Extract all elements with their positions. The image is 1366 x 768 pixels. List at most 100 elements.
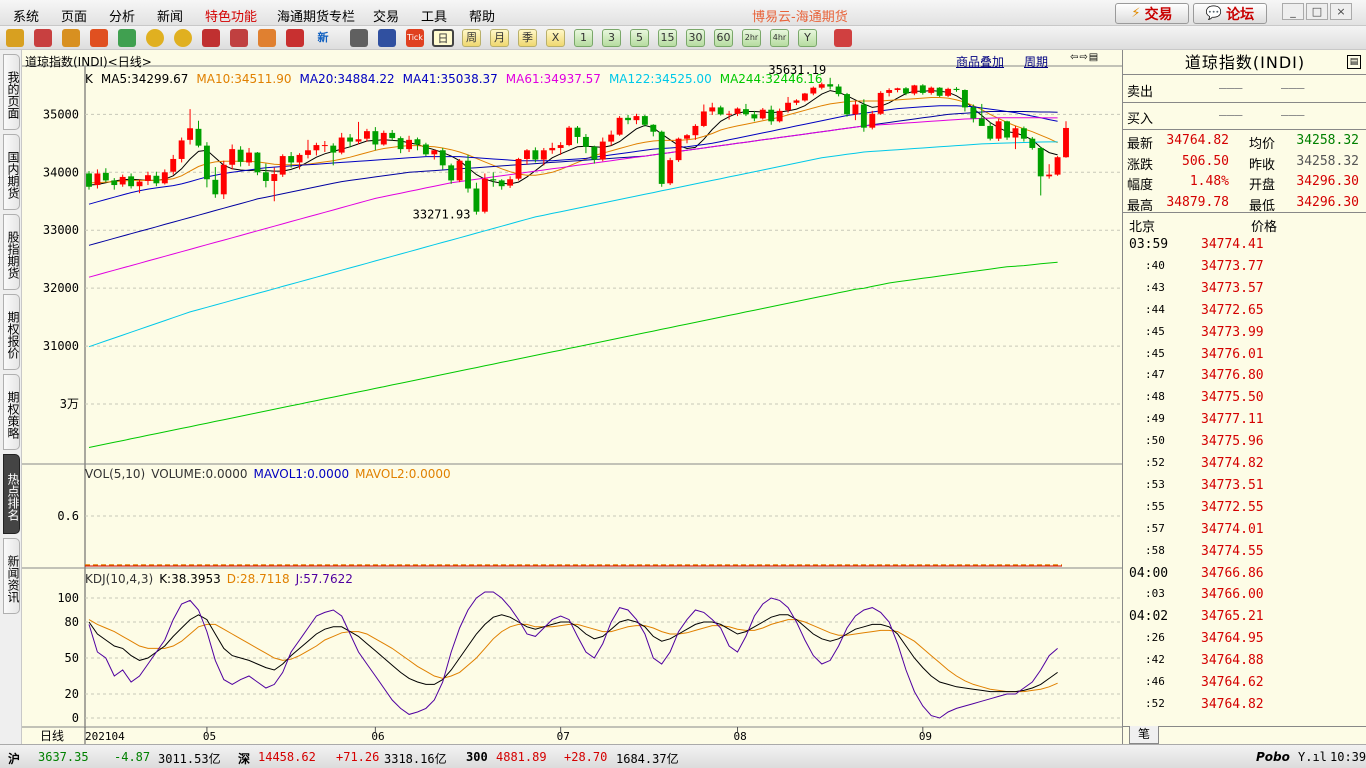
x-tick-label: 07 <box>557 730 570 743</box>
tick-time: 04:00 <box>1129 565 1169 581</box>
menu-haitong-column[interactable]: 海通期货专栏 <box>277 6 355 25</box>
tick-price: 34764.88 <box>1201 653 1264 669</box>
ma-line-ma10 <box>89 97 1058 184</box>
candle-body <box>128 176 135 187</box>
period-x-button[interactable]: X <box>546 29 565 47</box>
stack-icon[interactable] <box>62 29 80 47</box>
menu-trade[interactable]: 交易 <box>373 6 399 25</box>
hs300-change: +28.70 <box>564 750 608 764</box>
tick-time: :44 <box>1145 302 1165 316</box>
pen-icon[interactable] <box>230 29 248 47</box>
ma-value-0: MA5:34299.67 <box>100 72 189 86</box>
side-tab-domestic-futures[interactable]: 国内期货 <box>3 134 20 210</box>
tick-row: :50 34775.96 <box>1123 431 1366 453</box>
side-tab-hot-ranking[interactable]: 热点排名 <box>3 454 20 534</box>
menu-help[interactable]: 帮助 <box>469 6 495 25</box>
tick-time: :53 <box>1145 477 1165 491</box>
zoom-in-icon[interactable] <box>146 29 164 47</box>
candle-body <box>102 172 109 181</box>
close-button[interactable]: × <box>1330 3 1352 20</box>
trade-button[interactable]: ⚡ 交易 <box>1115 3 1189 24</box>
period-4hr-button[interactable]: 4hr <box>770 29 789 47</box>
candle-body <box>911 85 918 94</box>
window-icon[interactable] <box>202 29 220 47</box>
back-arrow-icon[interactable] <box>6 29 24 47</box>
filter-icon[interactable] <box>286 29 304 47</box>
period-30min-button[interactable]: 30 <box>686 29 705 47</box>
ask-volume: ——— <box>1281 81 1305 96</box>
calendar-icon[interactable] <box>90 29 108 47</box>
tick-row: :26 34764.95 <box>1123 628 1366 650</box>
chart-area[interactable]: 35000 34000 33000 32000 31000 3万 35631.19 33271… <box>22 50 1122 744</box>
table-icon[interactable] <box>350 29 368 47</box>
menu-news[interactable]: 新闻 <box>157 6 183 25</box>
tick-price: 34776.80 <box>1201 368 1264 384</box>
period-year-button[interactable]: Y <box>798 29 817 47</box>
period-week-button[interactable]: 周 <box>462 29 481 47</box>
hs300-label: 300 <box>466 750 488 764</box>
candle-body <box>431 150 438 155</box>
tick-row: 03:59 34774.41 <box>1123 234 1366 256</box>
period-2hr-button[interactable]: 2hr <box>742 29 761 47</box>
menu-system[interactable]: 系统 <box>13 6 39 25</box>
x-tick-label: 05 <box>203 730 216 743</box>
chart-nav-icon[interactable]: ⇦⇨▤ <box>1070 52 1099 63</box>
candle-body <box>448 165 455 181</box>
candle-body <box>1054 157 1061 175</box>
candle-body <box>785 102 792 111</box>
forum-button[interactable]: 💬 论坛 <box>1193 3 1267 24</box>
candle-body <box>86 173 92 187</box>
candle-body <box>305 150 311 155</box>
side-tab-news[interactable]: 新闻资讯 <box>3 538 20 614</box>
panel-menu-icon[interactable]: ▤ <box>1347 55 1361 69</box>
candle-body <box>658 131 665 184</box>
candle-body <box>919 85 926 93</box>
candle-body <box>616 117 623 135</box>
menu-analysis[interactable]: 分析 <box>109 6 135 25</box>
period-link[interactable]: 周期 <box>1024 53 1048 70</box>
tick-icon[interactable]: Tick <box>406 29 424 47</box>
period-day-button[interactable]: 日 <box>432 29 454 47</box>
candle-body <box>903 88 909 94</box>
refresh-icon[interactable] <box>118 29 136 47</box>
period-15min-button[interactable]: 15 <box>658 29 677 47</box>
period-60min-button[interactable]: 60 <box>714 29 733 47</box>
bell-icon[interactable] <box>258 29 276 47</box>
candle-body <box>220 164 227 195</box>
tick-tab[interactable]: 笔 <box>1129 726 1159 744</box>
period-month-button[interactable]: 月 <box>490 29 509 47</box>
period-1min-button[interactable]: 1 <box>574 29 593 47</box>
side-tab-option-quotes[interactable]: 期权报价 <box>3 294 20 370</box>
home-icon[interactable] <box>34 29 52 47</box>
sh-label: 沪 <box>8 752 21 766</box>
period-5min-button[interactable]: 5 <box>630 29 649 47</box>
zoom-out-icon[interactable] <box>174 29 192 47</box>
brand-logo: Pobo <box>1256 750 1290 764</box>
ma-legend-label: K <box>85 72 93 86</box>
chart-icon[interactable] <box>378 29 396 47</box>
layout-icon[interactable] <box>834 29 852 47</box>
side-tab-option-strategy[interactable]: 期权策略 <box>3 374 20 450</box>
quote-panel: 道琼指数(INDI) ▤ 卖出 ——— ——— 买入 ——— ——— 最新 347… <box>1122 50 1366 744</box>
maximize-button[interactable]: □ <box>1306 3 1328 20</box>
menu-tools[interactable]: 工具 <box>421 6 447 25</box>
period-quarter-button[interactable]: 季 <box>518 29 537 47</box>
ma-value-2: MA20:34884.22 <box>299 72 395 86</box>
menu-features[interactable]: 特色功能 <box>205 6 257 25</box>
kline-chart[interactable]: 35000340003300032000310003万35631.1933271… <box>22 50 1122 744</box>
menu-page[interactable]: 页面 <box>61 6 87 25</box>
candle-body <box>540 150 547 160</box>
candle-body <box>894 88 901 91</box>
news-icon[interactable]: 新 <box>314 29 332 47</box>
candle-body <box>397 138 404 150</box>
candle-body <box>473 188 480 212</box>
tick-time: :50 <box>1145 434 1165 448</box>
side-tab-my-page[interactable]: 我的页面 <box>3 54 20 130</box>
overlay-link[interactable]: 商品叠加 <box>956 53 1004 70</box>
side-tab-index-futures[interactable]: 股指期货 <box>3 214 20 290</box>
minimize-button[interactable]: _ <box>1282 3 1304 20</box>
kdj-y-tick: 80 <box>65 615 79 629</box>
stat-row: 最高 34879.78 最低 34296.30 <box>1123 192 1366 214</box>
period-3min-button[interactable]: 3 <box>602 29 621 47</box>
candle-body <box>1004 121 1010 138</box>
